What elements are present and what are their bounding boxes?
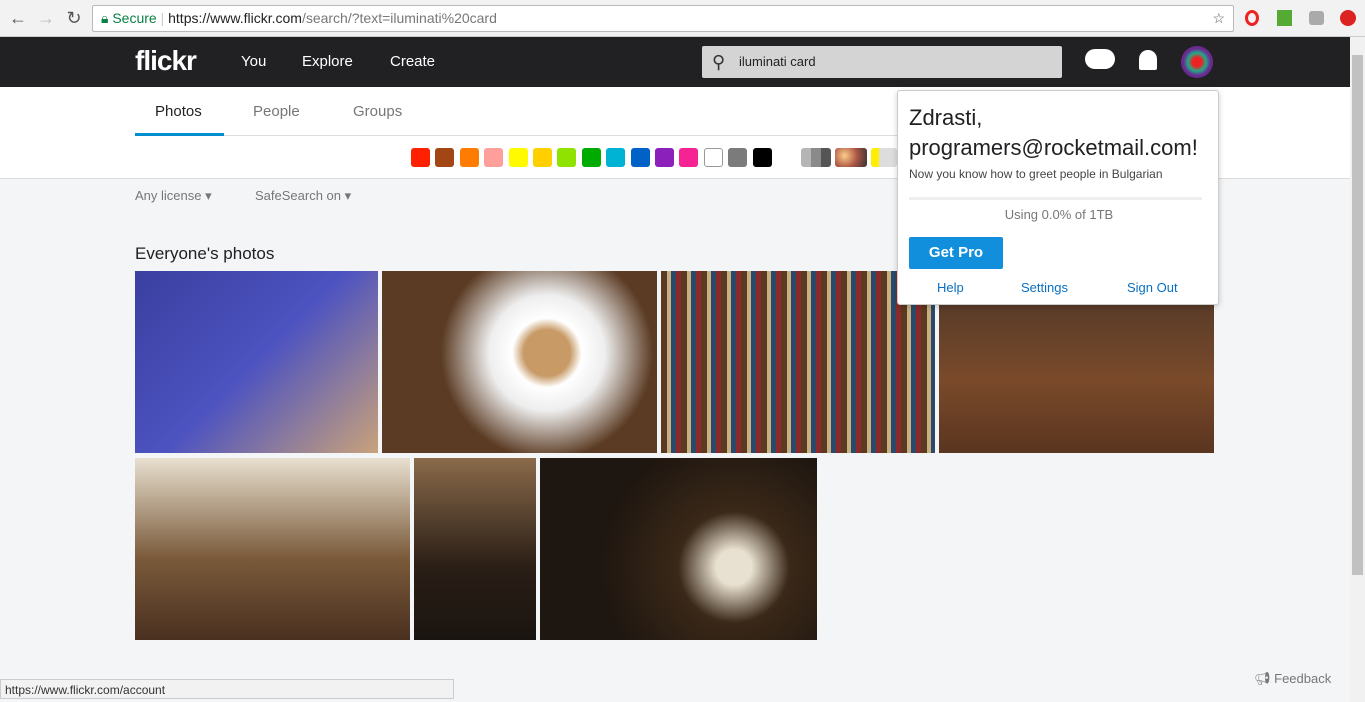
color-filter-pattern[interactable] — [871, 148, 897, 167]
extension-icon[interactable] — [1309, 11, 1324, 25]
photo-cafe-interior[interactable] — [414, 458, 536, 640]
reload-icon[interactable]: ↻ — [64, 8, 84, 29]
popup-email: programers@rocketmail.com! — [909, 135, 1198, 160]
tab-people[interactable]: People — [253, 103, 300, 120]
upload-extension-icon[interactable] — [1340, 10, 1356, 26]
photo-cappuccino[interactable] — [382, 271, 657, 453]
section-title: Everyone's photos — [135, 244, 275, 263]
print-extension-icon[interactable] — [1277, 10, 1292, 26]
safesearch-label: SafeSearch on — [255, 188, 342, 203]
url-path: /search/?text=iluminati%20card — [301, 10, 497, 26]
color-filter-swatch[interactable] — [435, 148, 455, 167]
url-host: https://www.flickr.com — [168, 10, 302, 26]
color-filter-swatch[interactable] — [581, 148, 601, 167]
feedback-label: Feedback — [1274, 671, 1332, 686]
sign-out-link[interactable]: Sign Out — [1127, 280, 1178, 295]
color-filter-swatch[interactable] — [728, 148, 748, 167]
color-filter-swatch[interactable] — [679, 148, 699, 167]
color-filter-swatch[interactable] — [533, 148, 552, 167]
help-link[interactable]: Help — [937, 280, 964, 295]
color-filter-swatch[interactable] — [752, 148, 772, 167]
color-filter-swatch[interactable] — [484, 148, 504, 167]
page-scrollbar[interactable] — [1350, 37, 1365, 702]
color-filter-shallow-dof[interactable] — [835, 148, 867, 167]
lock-icon: 🔒︎ — [101, 10, 109, 26]
color-filter-swatch[interactable] — [508, 148, 528, 167]
color-filter-swatch[interactable] — [411, 148, 430, 167]
photo-round-table[interactable] — [540, 458, 817, 640]
storage-usage-bar — [909, 197, 1202, 200]
tab-groups[interactable]: Groups — [353, 103, 402, 120]
search-value: iluminati card — [739, 54, 816, 69]
notifications-bell-icon[interactable] — [1139, 50, 1157, 70]
safesearch-dropdown[interactable]: SafeSearch on ▾ — [255, 188, 351, 204]
nav-create[interactable]: Create — [390, 53, 435, 70]
color-filter-swatch[interactable] — [655, 148, 674, 167]
status-bar-url: https://www.flickr.com/account — [0, 679, 454, 699]
forward-icon[interactable]: → — [36, 8, 56, 29]
avatar[interactable] — [1181, 46, 1213, 78]
color-filter-swatch[interactable] — [557, 148, 577, 167]
active-tab-indicator — [135, 133, 224, 136]
popup-greeting: Zdrasti, — [909, 105, 983, 130]
search-input[interactable]: ⚲ iluminati card — [702, 46, 1062, 78]
photo-card-game[interactable] — [135, 271, 378, 453]
browser-toolbar: ← → ↻ 🔒︎ Secure | https://www.flickr.com… — [0, 0, 1365, 37]
scrollbar-thumb[interactable] — [1352, 55, 1363, 575]
tab-photos[interactable]: Photos — [155, 103, 202, 120]
color-filter-swatch[interactable] — [459, 148, 479, 167]
popup-subtitle: Now you know how to greet people in Bulg… — [909, 167, 1163, 181]
storage-usage-text: Using 0.0% of 1TB — [1004, 207, 1114, 222]
photo-bookshelf[interactable] — [661, 271, 935, 453]
color-filter-grayscale[interactable] — [801, 148, 831, 167]
flickr-logo[interactable]: flickr — [135, 45, 197, 77]
settings-link[interactable]: Settings — [1021, 280, 1068, 295]
flickr-header: flickr You Explore Create ⚲ iluminati ca… — [0, 37, 1350, 87]
star-icon[interactable]: ☆ — [1212, 6, 1225, 31]
license-label: Any license — [135, 188, 202, 203]
upload-cloud-icon[interactable] — [1085, 49, 1115, 69]
nav-you[interactable]: You — [241, 53, 266, 70]
secure-label: Secure — [112, 10, 157, 26]
color-filter-swatch[interactable] — [703, 148, 723, 167]
license-dropdown[interactable]: Any license ▾ — [135, 188, 212, 204]
opera-extension-icon[interactable] — [1245, 10, 1259, 26]
get-pro-button[interactable]: Get Pro — [909, 237, 1003, 269]
account-popup: Zdrasti, programers@rocketmail.com! Now … — [897, 90, 1219, 305]
nav-explore[interactable]: Explore — [302, 53, 353, 70]
megaphone-icon: 📢︎ — [1254, 671, 1271, 686]
color-filter-swatch[interactable] — [606, 148, 626, 167]
back-icon[interactable]: ← — [8, 8, 28, 29]
search-icon: ⚲ — [712, 52, 726, 72]
color-filter-swatch[interactable] — [630, 148, 650, 167]
feedback-button[interactable]: 📢︎ Feedback — [1254, 671, 1331, 687]
address-bar[interactable]: 🔒︎ Secure | https://www.flickr.com/searc… — [92, 5, 1234, 32]
photo-reading-room[interactable] — [135, 458, 410, 640]
